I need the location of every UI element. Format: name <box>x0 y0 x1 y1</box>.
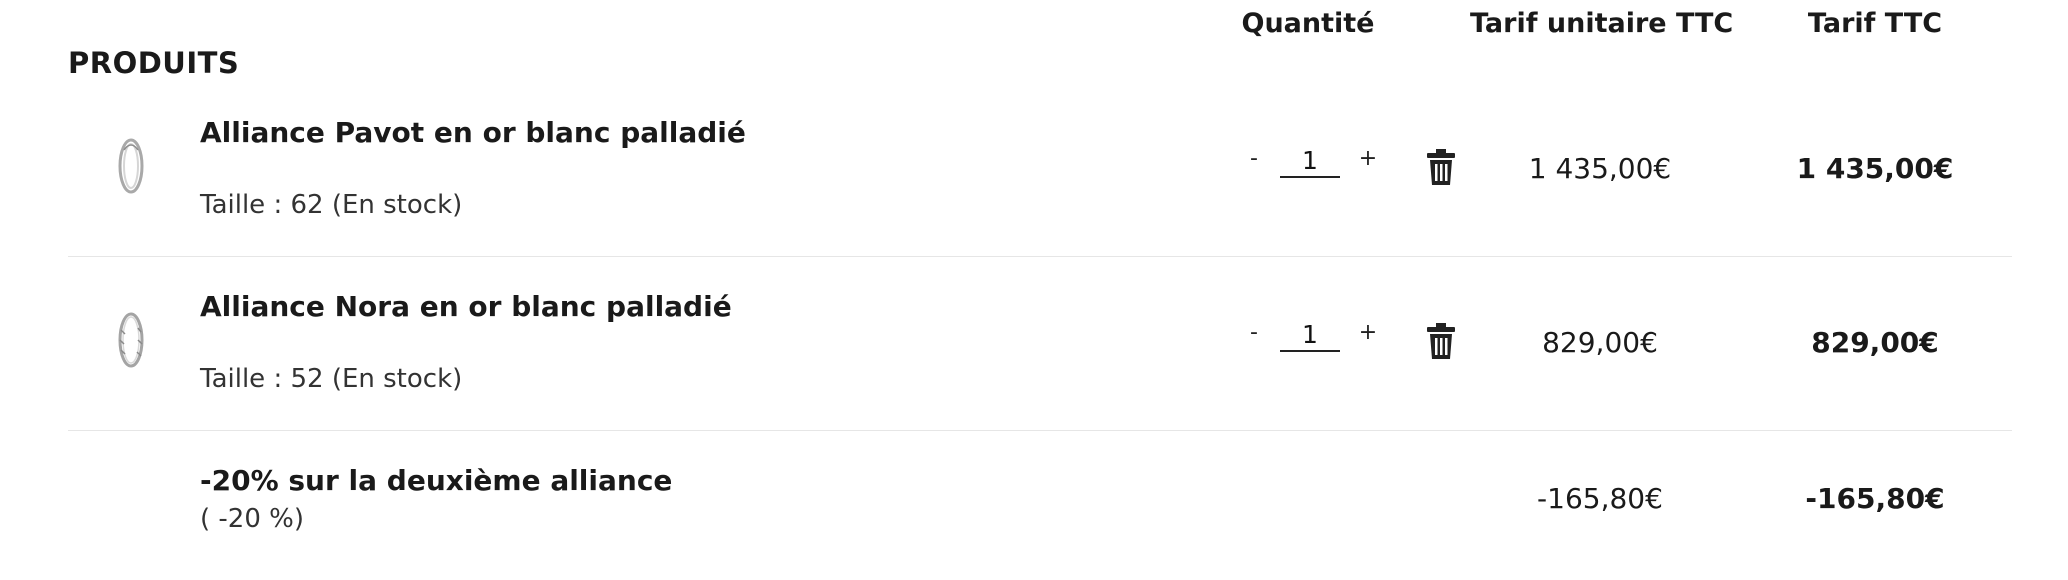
discount-unit-amount: -165,80€ <box>1537 482 1663 515</box>
unit-price-column-header: Tarif unitaire TTC <box>1470 8 1734 39</box>
row-divider <box>68 256 2012 257</box>
total-price-column-header: Tarif TTC <box>1807 8 1943 39</box>
quantity-column-header: Quantité <box>1241 8 1375 39</box>
discount-total-amount: -165,80€ <box>1805 482 1945 515</box>
trash-icon[interactable] <box>1426 148 1456 186</box>
unit-price: 829,00€ <box>1542 326 1658 359</box>
quantity-increase-button[interactable]: + <box>1354 144 1382 174</box>
quantity-decrease-button[interactable]: - <box>1240 318 1268 348</box>
quantity-increase-button[interactable]: + <box>1354 318 1382 348</box>
line-total: 829,00€ <box>1811 326 1939 359</box>
twisted-ring-icon <box>118 312 144 368</box>
product-size-stock: Taille : 62 (En stock) <box>200 190 463 220</box>
quantity-input[interactable] <box>1280 318 1340 352</box>
cart-item-row: Alliance Pavot en or blanc palladié Tail… <box>68 100 2012 256</box>
products-section-title: PRODUITS <box>68 46 240 80</box>
discount-percentage: ( -20 %) <box>200 504 304 534</box>
product-name[interactable]: Alliance Pavot en or blanc palladié <box>200 116 746 149</box>
product-name[interactable]: Alliance Nora en or blanc palladié <box>200 290 732 323</box>
product-size-stock: Taille : 52 (En stock) <box>200 364 463 394</box>
trash-icon[interactable] <box>1426 322 1456 360</box>
quantity-input[interactable] <box>1280 144 1340 178</box>
discount-row: -20% sur la deuxième alliance ( -20 %) -… <box>68 448 2012 568</box>
quantity-decrease-button[interactable]: - <box>1240 144 1268 174</box>
cart-item-row: Alliance Nora en or blanc palladié Taill… <box>68 274 2012 430</box>
row-divider <box>68 430 2012 431</box>
unit-price: 1 435,00€ <box>1528 152 1672 185</box>
line-total: 1 435,00€ <box>1796 152 1954 185</box>
ring-icon <box>118 138 144 194</box>
discount-label: -20% sur la deuxième alliance <box>200 464 673 497</box>
